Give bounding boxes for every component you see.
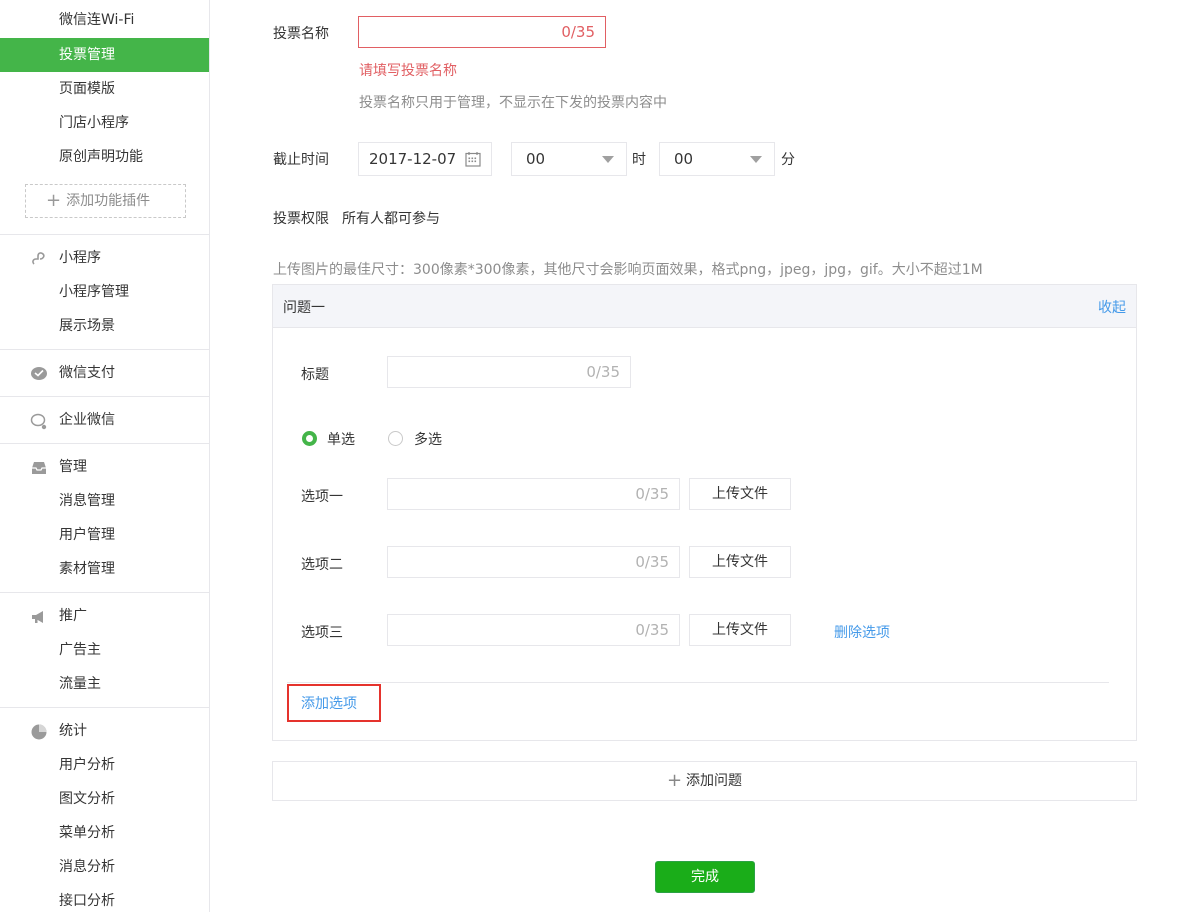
date-picker[interactable]: 2017-12-07 bbox=[358, 142, 492, 176]
sidebar-item-page-template[interactable]: 页面模版 bbox=[0, 72, 209, 106]
hour-unit: 时 bbox=[632, 152, 646, 168]
miniprogram-icon bbox=[32, 252, 45, 265]
sidebar-group-pay[interactable]: 微信支付 bbox=[0, 356, 209, 390]
vote-name-counter: 0/35 bbox=[561, 23, 595, 41]
sidebar-item-message-analysis[interactable]: 消息分析 bbox=[0, 850, 209, 884]
vote-name-error: 请填写投票名称 bbox=[359, 63, 457, 79]
minute-select[interactable]: 00 bbox=[659, 142, 775, 176]
sidebar-item-user-manage[interactable]: 用户管理 bbox=[0, 518, 209, 552]
multi-choice-radio[interactable] bbox=[388, 431, 403, 446]
chevron-down-icon bbox=[602, 156, 614, 163]
option-input[interactable]: 0/35 bbox=[387, 614, 680, 646]
divider bbox=[0, 443, 209, 444]
sidebar-group-stats[interactable]: 统计 bbox=[0, 714, 209, 748]
sidebar-item-publisher[interactable]: 流量主 bbox=[0, 667, 209, 701]
multi-choice-label[interactable]: 多选 bbox=[414, 429, 442, 449]
minute-value: 00 bbox=[674, 150, 694, 168]
add-option-link[interactable]: 添加选项 bbox=[301, 693, 357, 713]
option-label: 选项一 bbox=[301, 489, 343, 505]
option-input[interactable]: 0/35 bbox=[387, 478, 680, 510]
sidebar-item-api-analysis[interactable]: 接口分析 bbox=[0, 884, 209, 912]
sidebar-item-material-manage[interactable]: 素材管理 bbox=[0, 552, 209, 586]
sidebar-item-vote-manage[interactable]: 投票管理 bbox=[0, 38, 209, 72]
chevron-down-icon bbox=[750, 156, 762, 163]
group-title: 管理 bbox=[59, 459, 87, 475]
divider bbox=[0, 349, 209, 350]
group-title: 统计 bbox=[59, 723, 87, 739]
divider bbox=[0, 234, 209, 235]
upload-file-button[interactable]: 上传文件 bbox=[689, 478, 791, 510]
question-header: 问题一 收起 bbox=[273, 285, 1136, 328]
question-title: 问题一 bbox=[283, 300, 325, 316]
permission-value: 所有人都可参与 bbox=[342, 211, 440, 227]
upload-hint: 上传图片的最佳尺寸：300像素*300像素，其他尺寸会影响页面效果，格式png，… bbox=[273, 262, 983, 278]
calendar-icon bbox=[465, 152, 481, 167]
vote-name-hint: 投票名称只用于管理，不显示在下发的投票内容中 bbox=[359, 95, 667, 111]
group-title: 小程序 bbox=[59, 250, 101, 266]
vote-name-input[interactable]: 0/35 bbox=[358, 16, 606, 48]
divider bbox=[287, 682, 1109, 683]
divider bbox=[0, 396, 209, 397]
collapse-link[interactable]: 收起 bbox=[1098, 297, 1126, 317]
megaphone-icon bbox=[32, 611, 43, 623]
add-question-button[interactable]: + 添加问题 bbox=[272, 761, 1137, 801]
option-label: 选项三 bbox=[301, 625, 343, 641]
sidebar-group-promote[interactable]: 推广 bbox=[0, 599, 209, 633]
deadline-label: 截止时间 bbox=[273, 152, 329, 168]
single-choice-label[interactable]: 单选 bbox=[327, 429, 355, 449]
sidebar-item-original-claim[interactable]: 原创声明功能 bbox=[0, 140, 209, 174]
plus-icon: + bbox=[666, 770, 683, 791]
option-label: 选项二 bbox=[301, 557, 343, 573]
question-card: 问题一 收起 标题 0/35 单选 多选 选项一 0/35 上传文件 选项二 0… bbox=[272, 284, 1137, 741]
sidebar-group-enterprise[interactable]: 企业微信 bbox=[0, 403, 209, 437]
wechat-pay-icon bbox=[31, 367, 47, 380]
group-title: 推广 bbox=[59, 608, 87, 624]
inbox-icon bbox=[32, 462, 46, 474]
upload-file-button[interactable]: 上传文件 bbox=[689, 546, 791, 578]
sidebar-item-user-analysis[interactable]: 用户分析 bbox=[0, 748, 209, 782]
sidebar-item-display-scene[interactable]: 展示场景 bbox=[0, 309, 209, 343]
option-counter: 0/35 bbox=[635, 553, 669, 571]
done-button[interactable]: 完成 bbox=[655, 861, 755, 893]
sidebar-item-store-miniprogram[interactable]: 门店小程序 bbox=[0, 106, 209, 140]
sidebar: 微信连Wi-Fi 投票管理 页面模版 门店小程序 原创声明功能 + 添加功能插件 … bbox=[0, 0, 210, 912]
divider bbox=[0, 592, 209, 593]
add-plugin-label: 添加功能插件 bbox=[66, 193, 151, 209]
sidebar-item-menu-analysis[interactable]: 菜单分析 bbox=[0, 816, 209, 850]
permission-label: 投票权限 bbox=[273, 211, 329, 227]
main-content: 投票名称 0/35 请填写投票名称 投票名称只用于管理，不显示在下发的投票内容中… bbox=[210, 0, 1200, 912]
option-counter: 0/35 bbox=[635, 485, 669, 503]
group-title: 企业微信 bbox=[59, 412, 115, 428]
delete-option-link[interactable]: 删除选项 bbox=[834, 622, 890, 642]
enterprise-wechat-icon bbox=[30, 413, 47, 430]
hour-value: 00 bbox=[526, 150, 546, 168]
pie-chart-icon bbox=[31, 724, 47, 740]
vote-name-label: 投票名称 bbox=[273, 26, 329, 42]
upload-file-button[interactable]: 上传文件 bbox=[689, 614, 791, 646]
title-label: 标题 bbox=[301, 367, 329, 383]
sidebar-group-manage[interactable]: 管理 bbox=[0, 450, 209, 484]
add-question-label: 添加问题 bbox=[686, 773, 743, 789]
sidebar-item-advertiser[interactable]: 广告主 bbox=[0, 633, 209, 667]
sidebar-item-article-analysis[interactable]: 图文分析 bbox=[0, 782, 209, 816]
sidebar-item-message-manage[interactable]: 消息管理 bbox=[0, 484, 209, 518]
option-counter: 0/35 bbox=[635, 621, 669, 639]
single-choice-radio[interactable] bbox=[302, 431, 317, 446]
plus-icon: + bbox=[46, 190, 62, 211]
title-counter: 0/35 bbox=[586, 363, 620, 381]
question-title-input[interactable]: 0/35 bbox=[387, 356, 631, 388]
option-input[interactable]: 0/35 bbox=[387, 546, 680, 578]
divider bbox=[0, 707, 209, 708]
hour-select[interactable]: 00 bbox=[511, 142, 627, 176]
minute-unit: 分 bbox=[781, 152, 795, 168]
sidebar-group-miniprogram[interactable]: 小程序 bbox=[0, 241, 209, 275]
sidebar-item-miniprogram-manage[interactable]: 小程序管理 bbox=[0, 275, 209, 309]
sidebar-item-wifi[interactable]: 微信连Wi-Fi bbox=[0, 3, 209, 37]
date-value: 2017-12-07 bbox=[369, 150, 457, 168]
group-title: 微信支付 bbox=[59, 365, 115, 381]
add-plugin-button[interactable]: + 添加功能插件 bbox=[25, 184, 186, 218]
